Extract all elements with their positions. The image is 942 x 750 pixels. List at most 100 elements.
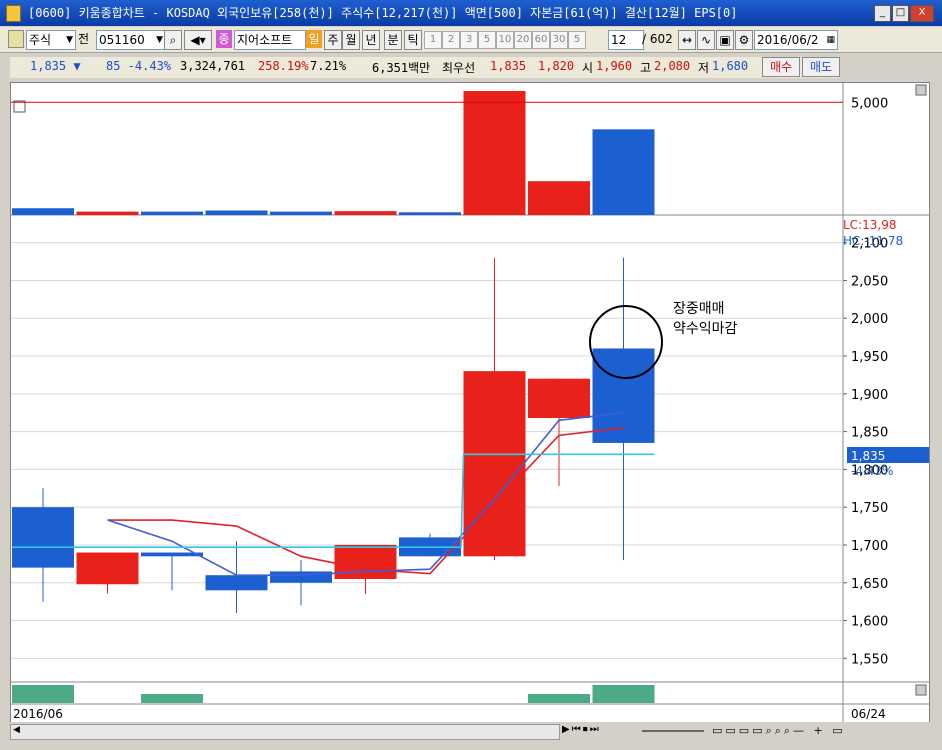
volume-tick-label: 5,000 xyxy=(851,96,888,111)
volume-bar xyxy=(592,129,655,215)
open-price: 1,960 xyxy=(596,59,633,73)
price-tick-label: 1,950 xyxy=(851,350,888,365)
zoom-slider[interactable] xyxy=(642,730,704,732)
volume-value: 3,324,761 xyxy=(180,59,246,73)
volume-bar xyxy=(270,211,332,215)
candle-body xyxy=(270,571,332,583)
quote-bar: 1,835 ▼ 85 -4.43% 3,324,761 258.19% 7.21… xyxy=(10,57,840,78)
high-label: 고 xyxy=(640,61,652,75)
company-badge: 종 xyxy=(216,30,232,48)
price-tick-label: 2,000 xyxy=(851,312,888,327)
volume-bar xyxy=(12,208,74,215)
candle-body xyxy=(12,507,74,568)
period-month-tab[interactable]: 월 xyxy=(342,30,360,50)
period-tick-tab[interactable]: 틱 xyxy=(404,30,422,50)
search-icon[interactable]: ⌕ xyxy=(164,30,182,50)
horizontal-scrollbar[interactable]: ◀ xyxy=(10,724,560,740)
calendar-icon: ▦ xyxy=(826,35,835,45)
chevron-down-icon: ▼ xyxy=(156,35,163,45)
interval-button-1[interactable]: 1 xyxy=(424,31,442,49)
lower-panel-bars xyxy=(12,685,655,703)
low-price: 1,680 xyxy=(712,59,749,73)
view-controls[interactable]: ▭▭▭▭⌕⌕⌕— + ▭ xyxy=(712,724,932,738)
low-label: 저 xyxy=(698,61,710,75)
annotation-line1: 장중매매 xyxy=(673,301,725,317)
market-label: 주식 xyxy=(29,33,52,47)
volume-ratio: 258.19% xyxy=(258,59,309,73)
company-name: 지어소프트 xyxy=(234,30,306,50)
window-title: [0600] 키움종합차트 - KOSDAQ 외국인보유[258(천)] 주식수… xyxy=(28,6,738,20)
high-price: 2,080 xyxy=(654,59,691,73)
sell-button[interactable]: 매도 xyxy=(802,57,840,77)
bid-price: 1,820 xyxy=(538,59,575,73)
price-chart[interactable]: 5,000 2,1002,0502,0001,9501,9001,8501,80… xyxy=(11,83,929,723)
date-value: 2016/06/2 xyxy=(757,33,819,47)
current-price-badge-value: 1,835 xyxy=(851,449,885,463)
date-input[interactable]: 2016/06/2 ▦ xyxy=(754,30,838,50)
price-tick-label: 2,050 xyxy=(851,274,888,289)
ma-cyan-line xyxy=(12,453,655,549)
candle-body xyxy=(592,348,655,443)
arrows-icon[interactable]: ↔ xyxy=(678,30,696,50)
app-icon xyxy=(6,5,21,22)
speaker-icon[interactable]: ◀▾ xyxy=(184,30,212,50)
chart-panel[interactable]: 5,000 2,100 2,050 2,000 1,950 1,900 1,850 1,80… xyxy=(10,82,930,724)
interval-button-5[interactable]: 5 xyxy=(568,31,586,49)
candle-body xyxy=(205,575,268,591)
volume-bar xyxy=(528,181,590,215)
lower-panel-bar xyxy=(141,694,203,703)
count-input[interactable]: 12 xyxy=(608,30,644,50)
lower-panel-bar xyxy=(528,694,590,703)
interval-button-2[interactable]: 2 xyxy=(442,31,460,49)
volume-bar xyxy=(141,211,203,215)
current-price: 1,835 ▼ xyxy=(30,59,81,73)
navigation-controls[interactable]: ▶⏮⏹⏭ xyxy=(562,724,638,738)
volume-bar xyxy=(334,211,397,215)
settings-icon[interactable] xyxy=(8,30,24,48)
gear-icon[interactable]: ⚙ xyxy=(735,30,753,50)
interval-button-10[interactable]: 10 xyxy=(496,31,514,49)
maximize-button[interactable]: □ xyxy=(892,5,909,22)
period-day-tab[interactable]: 일 xyxy=(306,30,322,48)
market-select[interactable]: 주식 ▼ xyxy=(26,30,76,50)
save-icon[interactable]: ▣ xyxy=(716,30,734,50)
turnover-rate: 7.21% xyxy=(310,59,347,73)
price-change: 85 -4.43% xyxy=(106,59,172,73)
volume-panel-bg xyxy=(11,83,843,215)
candle-body xyxy=(76,552,139,585)
scroll-left-icon[interactable]: ◀ xyxy=(13,725,20,735)
price-tick-label: 1,700 xyxy=(851,539,888,554)
stock-code-input[interactable]: 051160 ▼ xyxy=(96,30,166,50)
legend-lc: LC:13,98 xyxy=(843,218,896,232)
period-minute-tab[interactable]: 분 xyxy=(384,30,402,50)
interval-button-30[interactable]: 30 xyxy=(550,31,568,49)
volume-bar xyxy=(463,91,526,215)
moving-averages xyxy=(12,411,655,576)
price-tick-label: 1,550 xyxy=(851,652,888,667)
chevron-down-icon: ▼ xyxy=(66,35,73,45)
candle-body xyxy=(528,378,590,419)
trend-icon[interactable]: ∿ xyxy=(697,30,715,50)
open-label: 시 xyxy=(582,61,594,75)
close-button[interactable]: X xyxy=(910,5,934,22)
lower-panel-bar xyxy=(592,685,655,703)
volume-ticks: 5,000 xyxy=(851,96,888,111)
price-tick-label: 1,850 xyxy=(851,426,888,441)
interval-button-5[interactable]: 5 xyxy=(478,31,496,49)
interval-button-60[interactable]: 60 xyxy=(532,31,550,49)
title-bar: [0600] 키움종합차트 - KOSDAQ 외국인보유[258(천)] 주식수… xyxy=(0,0,942,26)
period-week-tab[interactable]: 주 xyxy=(324,30,342,50)
price-tick-label: 1,900 xyxy=(851,388,888,403)
buy-button[interactable]: 매수 xyxy=(762,57,800,77)
price-tick-label: 1,600 xyxy=(851,615,888,630)
period-year-tab[interactable]: 년 xyxy=(362,30,380,50)
close-panel-icon[interactable] xyxy=(915,84,927,96)
chart-toolbar: 주식 ▼ 전 051160 ▼ ⌕ ◀▾ 종 지어소프트 일 주 월 년 분 틱… xyxy=(0,27,942,53)
interval-button-20[interactable]: 20 xyxy=(514,31,532,49)
interval-button-3[interactable]: 3 xyxy=(460,31,478,49)
total-count: / 602 xyxy=(642,32,673,46)
close-lower-panel-icon[interactable] xyxy=(915,684,927,696)
price-tick-label: 1,750 xyxy=(851,501,888,516)
lower-panel-bar xyxy=(12,685,74,703)
minimize-button[interactable]: _ xyxy=(874,5,891,22)
